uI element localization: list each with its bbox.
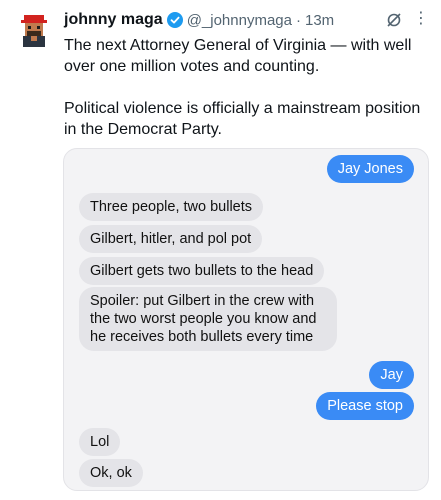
message-bubble-in: Gilbert, hitler, and pol pot — [79, 225, 263, 253]
message-bubble-in: Ok, ok — [79, 459, 143, 487]
grok-icon[interactable] — [386, 12, 402, 33]
message-bubble-out: Jay Jones — [326, 155, 414, 183]
separator-dot: · — [295, 11, 301, 29]
display-name[interactable]: johnny maga — [64, 11, 163, 29]
user-handle[interactable]: @_johnnymaga — [187, 12, 292, 29]
tweet-image[interactable]: Jay Jones Three people, two bullets Gilb… — [63, 148, 429, 491]
tweet-paragraph: The next Attorney General of Virginia — … — [64, 37, 412, 75]
tweet-paragraph: Political violence is officially a mains… — [64, 100, 421, 138]
tweet-time[interactable]: 13m — [305, 12, 334, 29]
more-dots-icon[interactable]: ⋮ — [413, 8, 430, 28]
tweet-header: johnny maga @_johnnymaga · 13m — [64, 8, 434, 32]
verified-badge-icon — [166, 12, 183, 28]
message-bubble-out: Jay — [369, 361, 414, 389]
message-bubble-out: Please stop — [316, 392, 414, 420]
avatar[interactable] — [16, 12, 52, 48]
tweet: johnny maga @_johnnymaga · 13m ⋮ The nex… — [64, 8, 434, 140]
message-bubble-in: Gilbert gets two bullets to the head — [79, 257, 325, 285]
message-bubble-in: Spoiler: put Gilbert in the crew with th… — [79, 287, 337, 351]
message-bubble-in: Three people, two bullets — [79, 193, 264, 221]
tweet-text: The next Attorney General of Virginia — … — [64, 35, 432, 140]
message-bubble-in: Lol — [79, 428, 121, 456]
